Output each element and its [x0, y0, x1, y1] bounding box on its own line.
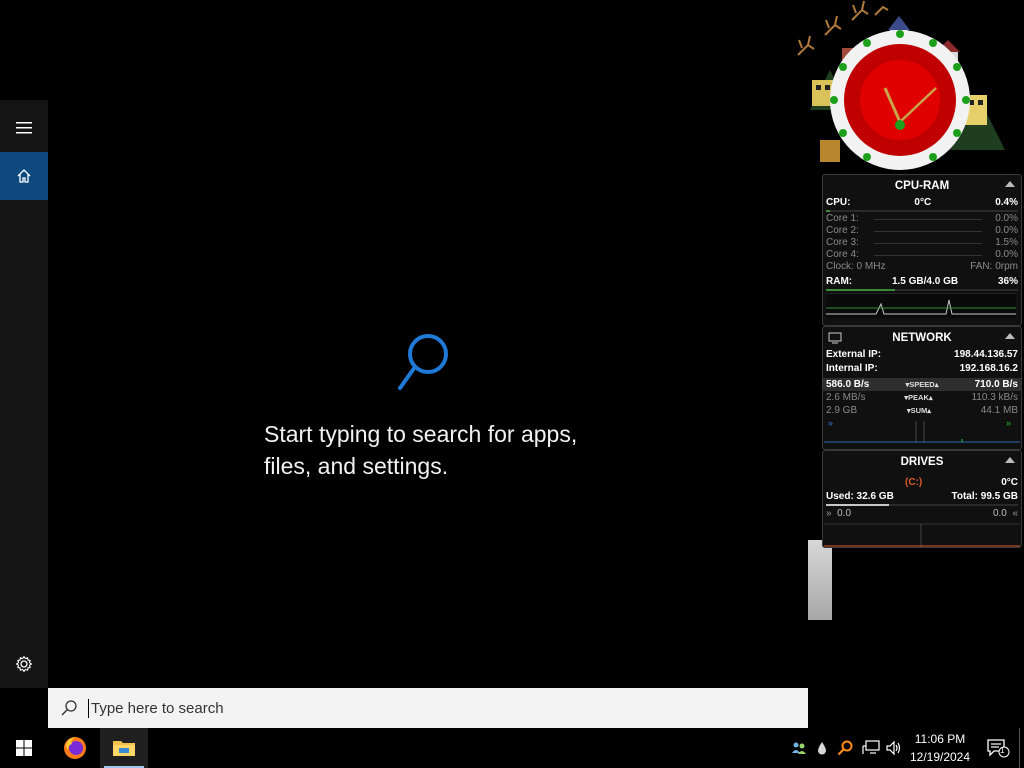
start-search-panel [0, 100, 808, 728]
core-row: Core 4: 0.0% [823, 249, 1021, 261]
core-label: Core 2: [826, 225, 859, 236]
network-people-icon [792, 742, 806, 754]
core-row: Core 2: 0.0% [823, 225, 1021, 237]
search-hint-text: Start typing to search for apps, files, … [264, 421, 578, 479]
cpu-temp: 0°C [914, 197, 932, 208]
sum-down: 2.9 GB [826, 405, 858, 416]
tray-volume-icon[interactable] [884, 728, 904, 768]
speed-down: 586.0 B/s [826, 379, 870, 390]
collapse-arrow-icon[interactable] [1005, 333, 1015, 339]
ram-usage-graph [826, 293, 1016, 318]
peak-up: 110.3 kB/s [971, 392, 1018, 403]
peak-down: 2.6 MB/s [826, 392, 866, 403]
show-desktop-button[interactable] [1019, 728, 1024, 768]
core-row: Core 3: 1.5% [823, 237, 1021, 249]
drive-activity-graph [824, 523, 1020, 548]
speaker-icon [886, 740, 901, 756]
start-side-rail [0, 100, 48, 688]
peak-label: PEAK [908, 393, 929, 402]
gear-icon [15, 655, 33, 673]
clock-speed: Clock: 0 MHz [826, 261, 886, 272]
network-traffic-graph: » » [824, 418, 1020, 443]
sum-up: 44.1 MB [980, 405, 1018, 416]
svg-text:»: » [828, 418, 833, 428]
core-value: 1.5% [995, 237, 1018, 248]
tray-drop-icon[interactable] [814, 728, 830, 768]
drive-letter: (C:) [904, 477, 923, 488]
orange-magnifier-icon [837, 740, 853, 756]
network-title: NETWORK [892, 332, 952, 344]
cpu-percent: 0.4% [995, 197, 1018, 208]
firefox-icon [64, 737, 86, 759]
file-explorer-taskbar-button[interactable] [100, 728, 148, 768]
core-value: 0.0% [995, 225, 1018, 236]
search-box[interactable] [48, 688, 808, 728]
search-input[interactable] [88, 698, 773, 718]
collapse-arrow-icon[interactable] [1005, 181, 1015, 187]
sum-label: SUM [910, 406, 928, 415]
clock-date: 12/19/2024 [909, 750, 971, 764]
drive-total: Total: 99.5 GB [951, 491, 1019, 502]
search-icon [60, 698, 80, 718]
internal-ip-label: Internal IP: [826, 363, 878, 374]
svg-text:»: » [1006, 418, 1011, 428]
notification-count: 1 [1000, 746, 1005, 755]
core-row: Core 1: 0.0% [823, 213, 1021, 225]
cpu-ram-gadget: CPU-RAM CPU: 0°C 0.4% Core 1: 0.0% Core … [822, 174, 1022, 326]
home-icon [17, 169, 31, 183]
speed-label: SPEED [909, 380, 935, 389]
drive-used: Used: 32.6 GB [826, 491, 894, 502]
taskbar: 11:06 PM 12/19/2024 1 [0, 728, 1024, 768]
ram-bar [826, 289, 1018, 291]
core-label: Core 1: [826, 213, 859, 224]
tray-search-app-icon[interactable] [836, 728, 854, 768]
core-label: Core 4: [826, 249, 859, 260]
collapse-arrow-icon[interactable] [1005, 457, 1015, 463]
core-value: 0.0% [995, 249, 1018, 260]
hamburger-icon [16, 122, 32, 134]
windows-logo-icon [16, 740, 32, 756]
ram-usage: 1.5 GB/4.0 GB [891, 276, 959, 287]
water-drop-icon [818, 742, 826, 755]
fan-speed: FAN: 0rpm [970, 261, 1018, 272]
drives-gadget: DRIVES (C:) 0°C Used: 32.6 GB Total: 99.… [822, 450, 1022, 548]
action-center-button[interactable]: 1 [980, 728, 1016, 768]
network-monitor-icon [828, 332, 842, 344]
external-ip-label: External IP: [826, 349, 882, 360]
christmas-clock-gadget [797, 0, 1005, 170]
core-value: 0.0% [995, 213, 1018, 224]
notification-icon [987, 739, 1010, 758]
drive-temp: 0°C [1001, 477, 1018, 488]
wallpaper [808, 540, 832, 620]
hamburger-menu-button[interactable] [0, 104, 48, 152]
drive-read: 0.0 [837, 508, 852, 519]
drive-write: 0.0 [992, 508, 1007, 519]
external-ip: 198.44.136.57 [954, 349, 1018, 360]
drive-usage-bar [826, 504, 1018, 506]
wired-network-icon [862, 740, 880, 754]
ram-label: RAM: [826, 276, 853, 287]
network-gadget: NETWORK External IP: 198.44.136.57 Inter… [822, 326, 1022, 450]
internal-ip: 192.168.16.2 [959, 363, 1018, 374]
cpu-label: CPU: [826, 197, 851, 208]
tray-people-icon[interactable] [790, 728, 808, 768]
search-magnifier-icon [398, 334, 448, 390]
folder-icon [113, 741, 135, 756]
speed-up: 710.0 B/s [974, 379, 1018, 390]
home-button[interactable] [0, 152, 48, 200]
start-button[interactable] [0, 728, 48, 768]
drives-title: DRIVES [900, 456, 944, 468]
taskbar-clock[interactable]: 11:06 PM 12/19/2024 [902, 730, 978, 766]
settings-button[interactable] [0, 640, 48, 688]
cpu-ram-title: CPU-RAM [894, 180, 950, 192]
tray-network-icon[interactable] [860, 728, 882, 768]
core-label: Core 3: [826, 237, 859, 248]
firefox-taskbar-button[interactable] [52, 728, 98, 768]
clock-time: 11:06 PM [914, 732, 966, 746]
ram-percent: 36% [997, 276, 1018, 287]
cpu-bar [826, 210, 1018, 212]
